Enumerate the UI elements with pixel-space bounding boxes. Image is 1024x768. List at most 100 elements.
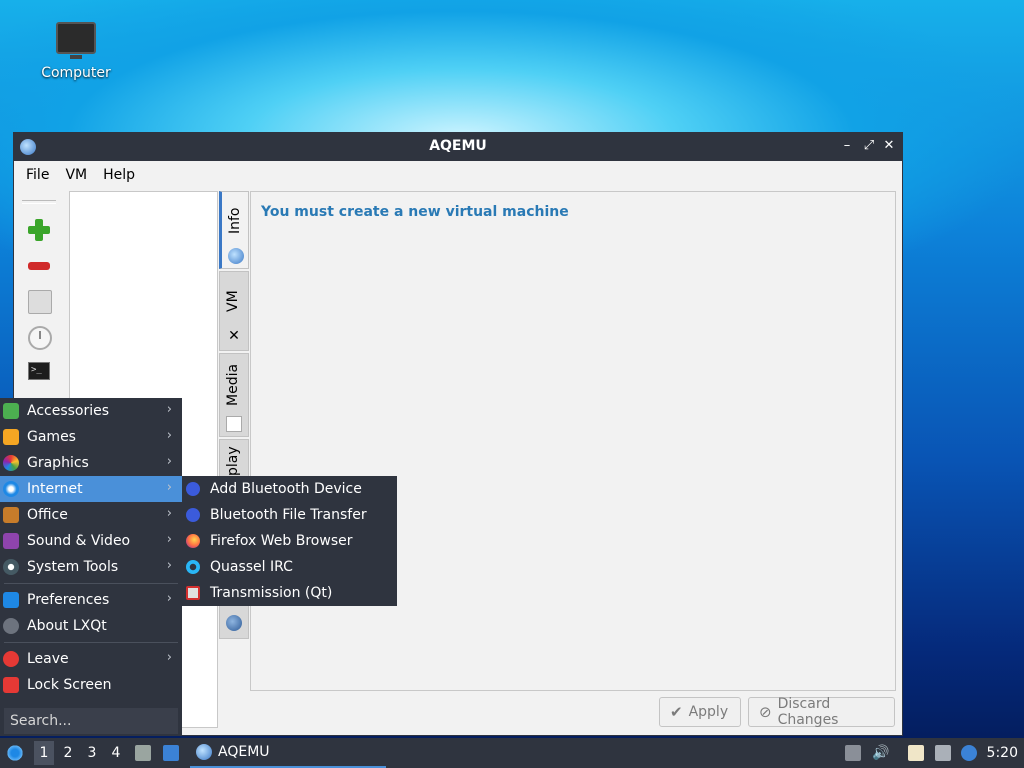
eject-icon[interactable] — [845, 745, 861, 761]
menu-item-internet[interactable]: Internet › — [0, 476, 182, 502]
terminal-button[interactable]: >_ — [19, 356, 59, 392]
apply-button[interactable]: ✔ Apply — [659, 697, 741, 727]
remove-icon — [28, 262, 50, 270]
tab-media[interactable]: Media — [219, 353, 249, 437]
menu-item-label: Preferences — [27, 592, 110, 608]
menu-search-input[interactable]: Search... — [4, 708, 178, 734]
menu-file[interactable]: File — [18, 167, 57, 183]
office-icon — [3, 507, 19, 523]
menu-item-office[interactable]: Office › — [0, 502, 182, 528]
tab-display[interactable]: play — [219, 439, 249, 477]
clipboard-icon[interactable] — [908, 745, 924, 761]
menu-item-label: Graphics — [27, 455, 89, 471]
submenu-item-transmission[interactable]: Transmission (Qt) — [182, 580, 397, 606]
disk-button[interactable] — [19, 284, 59, 320]
check-icon: ✔ — [670, 703, 683, 721]
discard-button[interactable]: ⊘ Discard Changes — [748, 696, 895, 728]
taskbar-task-aqemu[interactable]: AQEMU — [190, 738, 386, 768]
terminal-icon: >_ — [28, 362, 50, 380]
start-menu: Accessories › Games › Graphics › Interne… — [0, 398, 182, 736]
close-icon[interactable]: ✕ — [880, 137, 898, 155]
menu-item-label: Games — [27, 429, 76, 445]
maximize-icon[interactable]: ⤢ — [860, 137, 878, 155]
menu-item-label: Sound & Video — [27, 533, 131, 549]
submenu-item-label: Transmission (Qt) — [210, 585, 333, 601]
tab-info-label: Info — [227, 207, 243, 235]
tools-icon: ✕ — [228, 328, 240, 344]
volume-icon[interactable]: 🔊 — [872, 745, 889, 761]
disk-icon — [28, 290, 52, 314]
apply-label: Apply — [688, 704, 729, 720]
menu-item-system-tools[interactable]: System Tools › — [0, 554, 182, 580]
minimize-icon[interactable]: – — [838, 137, 856, 155]
tab-vm-label: VM — [225, 290, 241, 312]
tab-extra[interactable] — [219, 605, 249, 639]
bluetooth-icon — [186, 508, 200, 522]
chevron-right-icon: › — [166, 454, 172, 469]
menu-help[interactable]: Help — [95, 167, 143, 183]
internet-submenu: Add Bluetooth Device Bluetooth File Tran… — [182, 476, 397, 606]
submenu-item-bluetooth-transfer[interactable]: Bluetooth File Transfer — [182, 502, 397, 528]
workspace-4[interactable]: 4 — [106, 745, 126, 761]
menu-item-label: Accessories — [27, 403, 110, 419]
workspace-1[interactable]: 1 — [34, 741, 54, 765]
window-titlebar[interactable]: AQEMU – ⤢ ✕ — [14, 133, 902, 161]
add-vm-button[interactable] — [19, 212, 59, 248]
menu-item-label: About LXQt — [27, 618, 107, 634]
lock-icon — [3, 677, 19, 693]
clock-icon — [28, 326, 52, 350]
chevron-right-icon: › — [166, 650, 172, 665]
show-desktop-icon[interactable] — [163, 745, 179, 761]
workspace-3[interactable]: 3 — [82, 745, 102, 761]
desktop-icon-label: Computer — [41, 65, 111, 81]
window-title: AQEMU — [429, 138, 487, 154]
submenu-item-quassel[interactable]: Quassel IRC — [182, 554, 397, 580]
workspace-2[interactable]: 2 — [58, 745, 78, 761]
submenu-item-add-bluetooth[interactable]: Add Bluetooth Device — [182, 476, 397, 502]
chevron-right-icon: › — [166, 428, 172, 443]
discard-label: Discard Changes — [777, 696, 839, 728]
menu-item-games[interactable]: Games › — [0, 424, 182, 450]
menu-item-sound-video[interactable]: Sound & Video › — [0, 528, 182, 554]
remove-vm-button[interactable] — [19, 248, 59, 284]
submenu-item-label: Firefox Web Browser — [210, 533, 353, 549]
network-icon[interactable] — [935, 745, 951, 761]
clock-button[interactable] — [19, 320, 59, 356]
menu-item-preferences[interactable]: Preferences › — [0, 587, 182, 613]
clock[interactable]: 5:20 — [987, 745, 1018, 761]
submenu-item-label: Bluetooth File Transfer — [210, 507, 367, 523]
tab-display-label: play — [225, 446, 241, 476]
menu-item-label: Leave — [27, 651, 69, 667]
menu-item-about[interactable]: About LXQt — [0, 613, 182, 639]
menu-item-lock-screen[interactable]: Lock Screen — [0, 672, 182, 698]
submenu-item-firefox[interactable]: Firefox Web Browser — [182, 528, 397, 554]
tab-media-label: Media — [225, 363, 241, 406]
file-manager-icon[interactable] — [135, 745, 151, 761]
tab-info[interactable]: Info — [219, 191, 249, 269]
bluetooth-icon — [186, 482, 200, 496]
media-icon — [226, 416, 242, 432]
menu-separator — [4, 583, 178, 584]
toolbar-separator — [22, 200, 56, 204]
menu-item-label: Office — [27, 507, 68, 523]
desktop-icon-computer[interactable]: Computer — [36, 22, 116, 81]
menubar: File VM Help — [14, 161, 902, 189]
preferences-icon — [3, 592, 19, 608]
graphics-icon — [3, 455, 19, 471]
chevron-right-icon: › — [166, 591, 172, 606]
chevron-right-icon: › — [166, 532, 172, 547]
about-icon — [3, 618, 19, 634]
system-tools-icon — [3, 559, 19, 575]
menu-vm[interactable]: VM — [57, 167, 95, 183]
menu-item-leave[interactable]: Leave › — [0, 646, 182, 672]
sound-video-icon — [3, 533, 19, 549]
menu-item-graphics[interactable]: Graphics › — [0, 450, 182, 476]
start-menu-button[interactable] — [6, 744, 24, 762]
update-notifier-icon[interactable] — [961, 745, 977, 761]
add-icon — [28, 219, 50, 241]
menu-item-label: System Tools — [27, 559, 119, 575]
quassel-icon — [186, 560, 200, 574]
menu-item-accessories[interactable]: Accessories › — [0, 398, 182, 424]
info-globe-icon — [228, 248, 244, 264]
tab-vm[interactable]: VM ✕ — [219, 271, 249, 351]
